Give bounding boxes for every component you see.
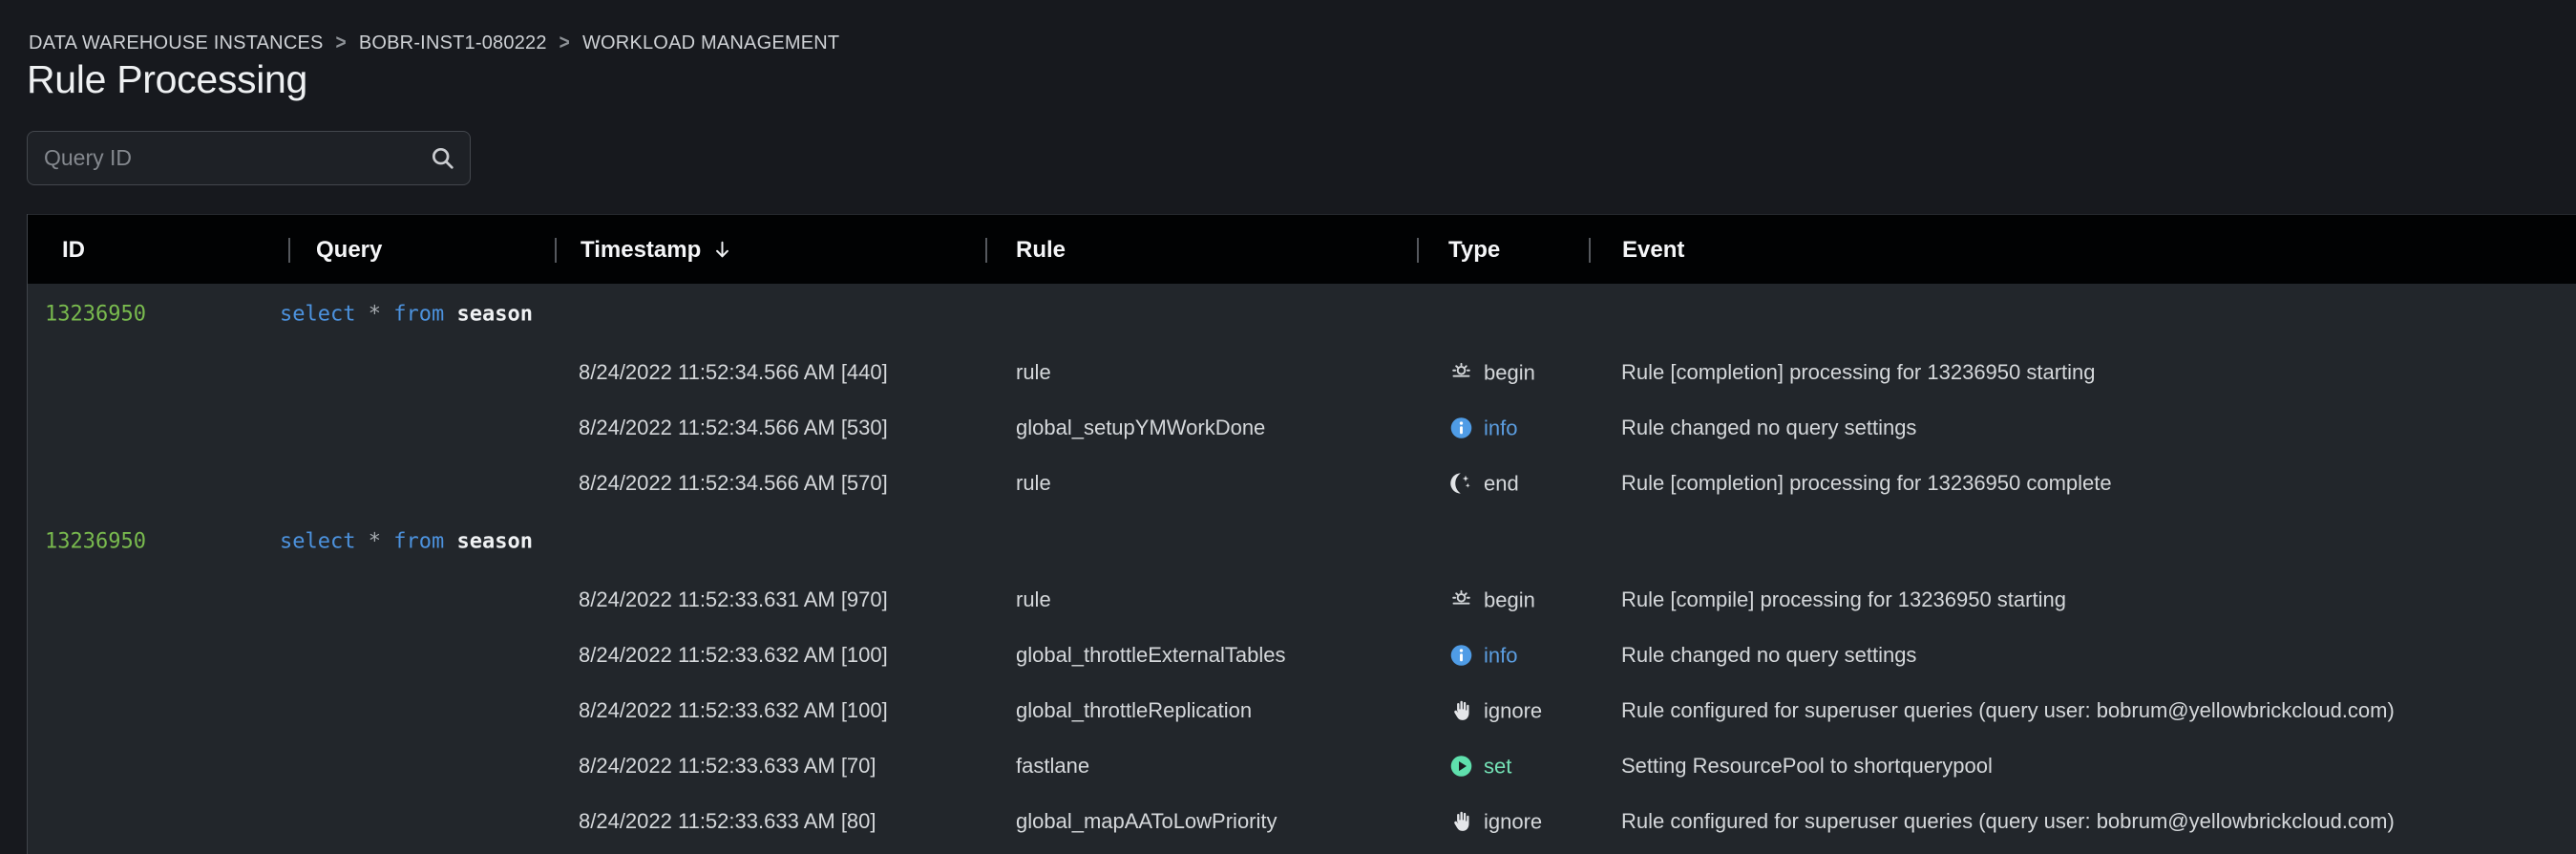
- query-group-row: 13236950 select * from season: [28, 284, 2576, 345]
- rule-processing-table: ID Query Timestamp Rule Type Event 13236…: [27, 214, 2576, 854]
- breadcrumb-item-workload-management[interactable]: WORKLOAD MANAGEMENT: [582, 32, 839, 54]
- event-text: Rule changed no query settings: [1621, 416, 1916, 440]
- query-id-link[interactable]: 13236950: [45, 303, 146, 327]
- rule-event-row: 8/24/2022 11:52:33.633 AM [80] global_map…: [28, 794, 2576, 849]
- timestamp-value: 8/24/2022 11:52:33.632 AM [100]: [579, 643, 888, 668]
- info-circle-icon: [1448, 416, 1474, 441]
- event-text: Rule configured for superuser queries (q…: [1621, 809, 2395, 834]
- rule-name: rule: [1016, 587, 1051, 612]
- event-text: Setting ResourcePool to shortquerypool: [1621, 754, 1993, 779]
- event-text: Rule [completion] processing for 1323695…: [1621, 471, 2112, 496]
- chevron-right-icon: >: [336, 32, 347, 55]
- event-type: begin: [1448, 360, 1535, 386]
- sql-token-operator: *: [355, 530, 381, 554]
- breadcrumb-item-instance[interactable]: BOBR-INST1-080222: [359, 32, 547, 54]
- query-sql: select * from season: [280, 303, 533, 327]
- timestamp-value: 8/24/2022 11:52:34.566 AM [530]: [579, 416, 888, 440]
- sql-token-keyword: select: [280, 530, 355, 554]
- sort-desc-icon[interactable]: [710, 238, 734, 262]
- rule-event-row: 8/24/2022 11:52:33.633 AM [70] fastlane se…: [28, 738, 2576, 794]
- event-text: Rule [completion] processing for 1323695…: [1621, 360, 2096, 385]
- rule-event-row: 8/24/2022 11:52:33.632 AM [100] global_th…: [28, 683, 2576, 738]
- event-text: Rule configured for superuser queries (q…: [1621, 698, 2395, 723]
- column-divider: [288, 238, 290, 263]
- timestamp-value: 8/24/2022 11:52:34.566 AM [570]: [579, 471, 888, 496]
- event-type-label: ignore: [1484, 809, 1542, 834]
- raised-hand-icon: [1448, 809, 1474, 835]
- event-type-label: ignore: [1484, 698, 1542, 723]
- rule-name: rule: [1016, 471, 1051, 496]
- timestamp-value: 8/24/2022 11:52:34.566 AM [440]: [579, 360, 888, 385]
- column-divider: [1589, 238, 1591, 263]
- moon-sparkles-icon: [1448, 471, 1474, 497]
- event-type: begin: [1448, 587, 1535, 613]
- breadcrumb-item-data-warehouse-instances[interactable]: DATA WAREHOUSE INSTANCES: [29, 32, 324, 54]
- timestamp-value: 8/24/2022 11:52:33.632 AM [100]: [579, 698, 888, 723]
- raised-hand-icon: [1448, 698, 1474, 724]
- rule-name: fastlane: [1016, 754, 1089, 779]
- sunrise-icon: [1448, 587, 1474, 613]
- column-header-query[interactable]: Query: [316, 215, 382, 285]
- event-type-label: info: [1484, 643, 1517, 668]
- column-divider: [1417, 238, 1419, 263]
- column-divider: [555, 238, 557, 263]
- timestamp-value: 8/24/2022 11:52:33.633 AM [80]: [579, 809, 876, 834]
- table-header: ID Query Timestamp Rule Type Event: [28, 214, 2576, 284]
- column-header-id[interactable]: ID: [62, 215, 85, 285]
- rule-name: global_setupYMWorkDone: [1016, 416, 1265, 440]
- sunrise-icon: [1448, 360, 1474, 386]
- event-type: info: [1448, 643, 1517, 669]
- search-icon[interactable]: [428, 143, 457, 173]
- event-text: Rule [compile] processing for 13236950 s…: [1621, 587, 2066, 612]
- event-type-label: begin: [1484, 587, 1535, 612]
- timestamp-value: 8/24/2022 11:52:33.631 AM [970]: [579, 587, 888, 612]
- event-text: Rule changed no query settings: [1621, 643, 1916, 668]
- sql-token-identifier: season: [444, 530, 533, 554]
- page-title: Rule Processing: [27, 57, 307, 102]
- event-type: end: [1448, 471, 1519, 497]
- event-type: ignore: [1448, 809, 1542, 835]
- event-type-label: begin: [1484, 360, 1535, 385]
- rule-name: global_throttleReplication: [1016, 698, 1252, 723]
- column-header-type[interactable]: Type: [1448, 215, 1500, 285]
- query-id-searchbox: [27, 131, 471, 185]
- sql-token-keyword: from: [381, 530, 444, 554]
- rule-event-row: 8/24/2022 11:52:34.566 AM [440] rule begin…: [28, 345, 2576, 400]
- query-id-link[interactable]: 13236950: [45, 530, 146, 554]
- play-circle-icon: [1448, 754, 1474, 779]
- sql-token-operator: *: [355, 303, 381, 327]
- event-type: ignore: [1448, 698, 1542, 724]
- rule-name: global_throttleExternalTables: [1016, 643, 1286, 668]
- column-header-timestamp-label: Timestamp: [581, 237, 701, 264]
- timestamp-value: 8/24/2022 11:52:33.633 AM [70]: [579, 754, 876, 779]
- event-type: set: [1448, 754, 1511, 779]
- event-type-label: end: [1484, 471, 1519, 496]
- column-header-timestamp[interactable]: Timestamp: [581, 215, 734, 285]
- rule-event-row: 8/24/2022 11:52:34.566 AM [570] rule end Ru…: [28, 456, 2576, 511]
- column-header-rule[interactable]: Rule: [1016, 215, 1066, 285]
- sql-token-keyword: from: [381, 303, 444, 327]
- sql-token-identifier: season: [444, 303, 533, 327]
- table-body: 13236950 select * from season 8/24/2022 11…: [28, 284, 2576, 854]
- breadcrumb: DATA WAREHOUSE INSTANCES > BOBR-INST1-08…: [29, 32, 839, 54]
- query-sql: select * from season: [280, 530, 533, 554]
- info-circle-icon: [1448, 643, 1474, 669]
- event-type-label: set: [1484, 754, 1511, 779]
- event-type: info: [1448, 416, 1517, 441]
- sql-token-keyword: select: [280, 303, 355, 327]
- search-input[interactable]: [28, 145, 428, 171]
- column-header-event[interactable]: Event: [1622, 215, 1684, 285]
- rule-name: global_mapAAToLowPriority: [1016, 809, 1277, 834]
- rule-event-row: 8/24/2022 11:52:33.632 AM [100] global_th…: [28, 628, 2576, 683]
- event-type-label: info: [1484, 416, 1517, 440]
- query-group-row: 13236950 select * from season: [28, 511, 2576, 572]
- rule-event-row: 8/24/2022 11:52:34.566 AM [530] global_se…: [28, 400, 2576, 456]
- rule-name: rule: [1016, 360, 1051, 385]
- column-divider: [985, 238, 987, 263]
- rule-event-row: 8/24/2022 11:52:33.631 AM [970] rule begin…: [28, 572, 2576, 628]
- chevron-right-icon: >: [560, 32, 570, 55]
